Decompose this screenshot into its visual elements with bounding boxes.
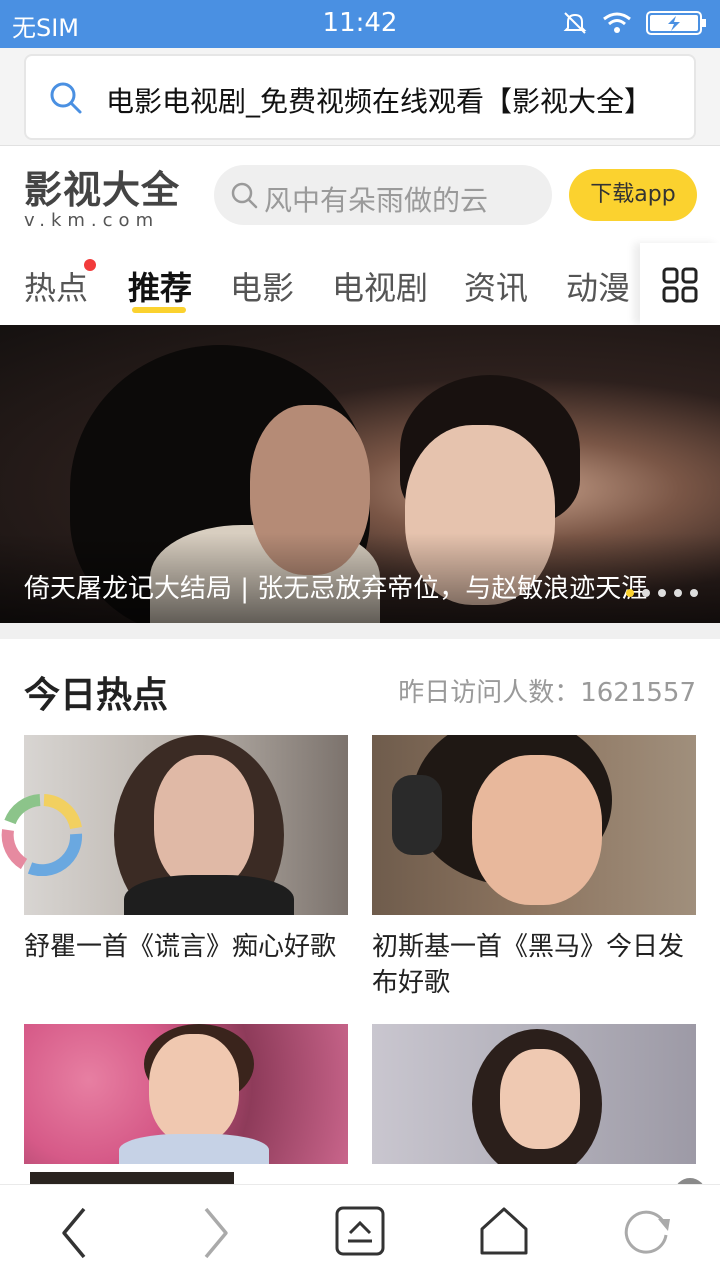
- visit-count: 昨日访问人数：1621557: [398, 672, 696, 709]
- status-bar: 无SIM 11:42: [0, 0, 720, 48]
- battery-charging-icon: [646, 11, 706, 35]
- notification-dot: [84, 259, 97, 271]
- category-tabs: 热点 推荐 电影 电视剧 资讯 动漫: [0, 243, 720, 325]
- active-tab-indicator: [132, 307, 186, 313]
- tab-label: 电影: [230, 269, 295, 307]
- video-card[interactable]: [372, 1024, 696, 1164]
- tab-label: 电视剧: [332, 269, 429, 307]
- all-categories-button[interactable]: [640, 243, 720, 325]
- mute-bell-icon: [563, 12, 587, 34]
- tab-anime[interactable]: 动漫: [566, 263, 630, 309]
- section-title: 今日热点: [24, 675, 169, 716]
- tab-news[interactable]: 资讯: [464, 263, 528, 309]
- browser-bottom-nav: [0, 1184, 720, 1280]
- video-title[interactable]: 初斯基一首《黑马》今日发布好歌: [372, 929, 696, 1001]
- divider: [0, 623, 720, 639]
- video-card[interactable]: 初斯基一首《黑马》今日发布好歌: [372, 735, 696, 1001]
- banner-carousel[interactable]: 倚天屠龙记大结局 | 张无忌放弃帝位，与赵敏浪迹天涯: [0, 325, 720, 623]
- tab-recommend[interactable]: 推荐: [128, 263, 193, 313]
- tab-label: 热点: [24, 269, 89, 307]
- logo-text: 影视大全: [24, 168, 181, 212]
- carousel-dots: [626, 589, 698, 597]
- carousel-dot: [674, 589, 682, 597]
- browser-url-area: 电影电视剧_免费视频在线观看【影视大全】: [0, 48, 720, 146]
- download-app-button[interactable]: 下载app: [569, 169, 697, 221]
- tab-label: 动漫: [566, 269, 631, 307]
- video-thumbnail[interactable]: [372, 735, 696, 915]
- video-title[interactable]: 舒瞿一首《谎言》痴心好歌: [24, 929, 348, 965]
- wifi-icon: [603, 12, 631, 33]
- loading-spinner-icon: [1, 794, 83, 876]
- visit-count-label: 昨日访问人数：: [398, 678, 581, 708]
- home-icon[interactable]: [478, 1205, 530, 1257]
- url-text[interactable]: 电影电视剧_免费视频在线观看【影视大全】: [106, 80, 674, 120]
- carousel-dot: [642, 589, 650, 597]
- visit-count-value: 1621557: [580, 678, 696, 708]
- carousel-dot: [690, 589, 698, 597]
- tab-tv-series[interactable]: 电视剧: [332, 263, 428, 309]
- url-bar[interactable]: 电影电视剧_免费视频在线观看【影视大全】: [24, 54, 696, 140]
- refresh-icon[interactable]: [622, 1205, 674, 1257]
- video-card[interactable]: [24, 1024, 348, 1164]
- status-icons: [562, 10, 708, 36]
- tab-movie[interactable]: 电影: [230, 263, 294, 309]
- carousel-dot: [626, 589, 634, 597]
- search-icon: [231, 182, 258, 209]
- grid-icon: [662, 267, 698, 303]
- menu-icon[interactable]: [334, 1205, 386, 1257]
- site-header: 影视大全 v.km.com 风中有朵雨做的云 下载app: [0, 147, 720, 243]
- video-thumbnail[interactable]: [24, 1024, 348, 1164]
- banner-caption[interactable]: 倚天屠龙记大结局 | 张无忌放弃帝位，与赵敏浪迹天涯: [24, 568, 647, 605]
- tab-hot[interactable]: 热点: [24, 259, 97, 309]
- forward-icon[interactable]: [200, 1205, 232, 1261]
- site-search-input[interactable]: 风中有朵雨做的云: [214, 165, 552, 225]
- tab-label: 资讯: [464, 269, 529, 307]
- search-placeholder: 风中有朵雨做的云: [264, 184, 489, 217]
- tab-label: 推荐: [128, 269, 193, 307]
- back-icon[interactable]: [58, 1205, 90, 1261]
- video-thumbnail[interactable]: [372, 1024, 696, 1164]
- site-logo[interactable]: 影视大全 v.km.com: [24, 159, 184, 231]
- search-icon: [50, 82, 82, 114]
- carousel-dot: [658, 589, 666, 597]
